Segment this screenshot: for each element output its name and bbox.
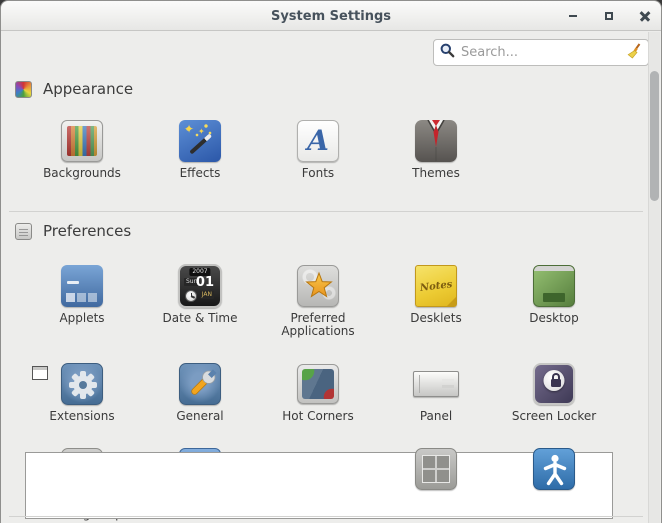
search-box[interactable] [433,39,649,66]
scrollbar[interactable] [648,32,660,523]
date-time-icon: 2007 Sun 01 JAN [178,264,222,308]
titlebar[interactable]: System Settings [1,1,661,31]
settings-item-label: Extensions [49,410,114,423]
settings-item-label: Applets [59,312,104,325]
settings-item-fonts[interactable]: A Fonts [259,118,377,180]
general-icon [179,363,221,405]
settings-item-label: Desktop [529,312,579,325]
panel-icon [413,371,459,397]
settings-item-panel[interactable]: Panel [377,361,495,423]
minimize-icon [569,15,577,18]
settings-item-label: Preferred Applications [261,312,375,338]
preferences-row-2: Extensions General Hot Corners Panel [23,361,615,423]
section-divider [9,516,643,517]
settings-item-label: Panel [420,410,452,423]
appearance-section-icon [15,81,32,98]
settings-item-preferred-applications[interactable]: Preferred Applications [259,263,377,338]
scrollbar-thumb[interactable] [650,71,659,201]
windows-icon [299,452,337,486]
preferences-section-icon [15,223,32,240]
settings-item-label: Screen Locker [512,410,596,423]
window-controls [567,1,651,31]
settings-item-screen-locker[interactable]: Screen Locker [495,361,613,423]
workspaces-icon [415,448,457,490]
settings-item-label: Desklets [410,312,462,325]
settings-item-themes[interactable]: Themes [377,118,495,180]
desktop-icon [533,265,575,307]
close-icon [640,11,650,21]
fonts-icon: A [297,120,339,162]
preferences-section-header: Preferences [15,222,131,240]
hot-corners-icon [297,364,339,404]
settings-item-label: Fonts [302,167,334,180]
settings-item-label: Date & Time [162,312,237,325]
section-title: Appearance [43,80,133,98]
settings-item-windows[interactable]: Windows [259,446,377,521]
system-settings-window: System Settings Appearance Backgrounds ✦… [0,0,662,523]
settings-item-general[interactable]: General [141,361,259,423]
settings-item-label: Effects [180,167,221,180]
settings-item-desklets[interactable]: Notes Desklets [377,263,495,338]
desklets-icon: Notes [415,265,457,307]
appearance-section-header: Appearance [15,80,133,98]
preferred-applications-icon [297,265,339,307]
preferences-row-1: Applets 2007 Sun 01 JAN Date & Time Pref… [23,263,615,338]
maximize-icon [605,12,613,20]
search-input[interactable] [461,45,626,60]
settings-item-label: Hot Corners [282,410,354,423]
section-divider [9,211,643,212]
settings-item-applets[interactable]: Applets [23,263,141,338]
preferences-row-3: Window Tiling and Edge Flip Account deta… [23,446,615,521]
extensions-icon [61,363,103,405]
section-title: Preferences [43,222,131,240]
themes-icon [415,120,457,162]
settings-item-date-time[interactable]: 2007 Sun 01 JAN Date & Time [141,263,259,338]
accessibility-icon [533,448,575,490]
search-icon [440,43,455,62]
applets-icon [61,265,103,307]
settings-item-label: Backgrounds [43,167,121,180]
backgrounds-icon [61,120,103,162]
maximize-button[interactable] [603,10,615,22]
settings-item-effects[interactable]: ✦✦ Effects [141,118,259,180]
effects-icon: ✦✦ [179,120,221,162]
settings-item-label: Themes [412,167,460,180]
minimize-button[interactable] [567,10,579,22]
screen-locker-icon [533,363,575,405]
settings-item-hot-corners[interactable]: Hot Corners [259,361,377,423]
settings-item-backgrounds[interactable]: Backgrounds [23,118,141,180]
broom-icon [626,43,642,59]
window-title: System Settings [1,9,661,24]
appearance-row: Backgrounds ✦✦ Effects A Fonts [23,118,615,180]
settings-item-label: General [176,410,223,423]
close-button[interactable] [639,10,651,22]
clear-search-button[interactable] [626,43,642,62]
settings-item-desktop[interactable]: Desktop [495,263,613,338]
